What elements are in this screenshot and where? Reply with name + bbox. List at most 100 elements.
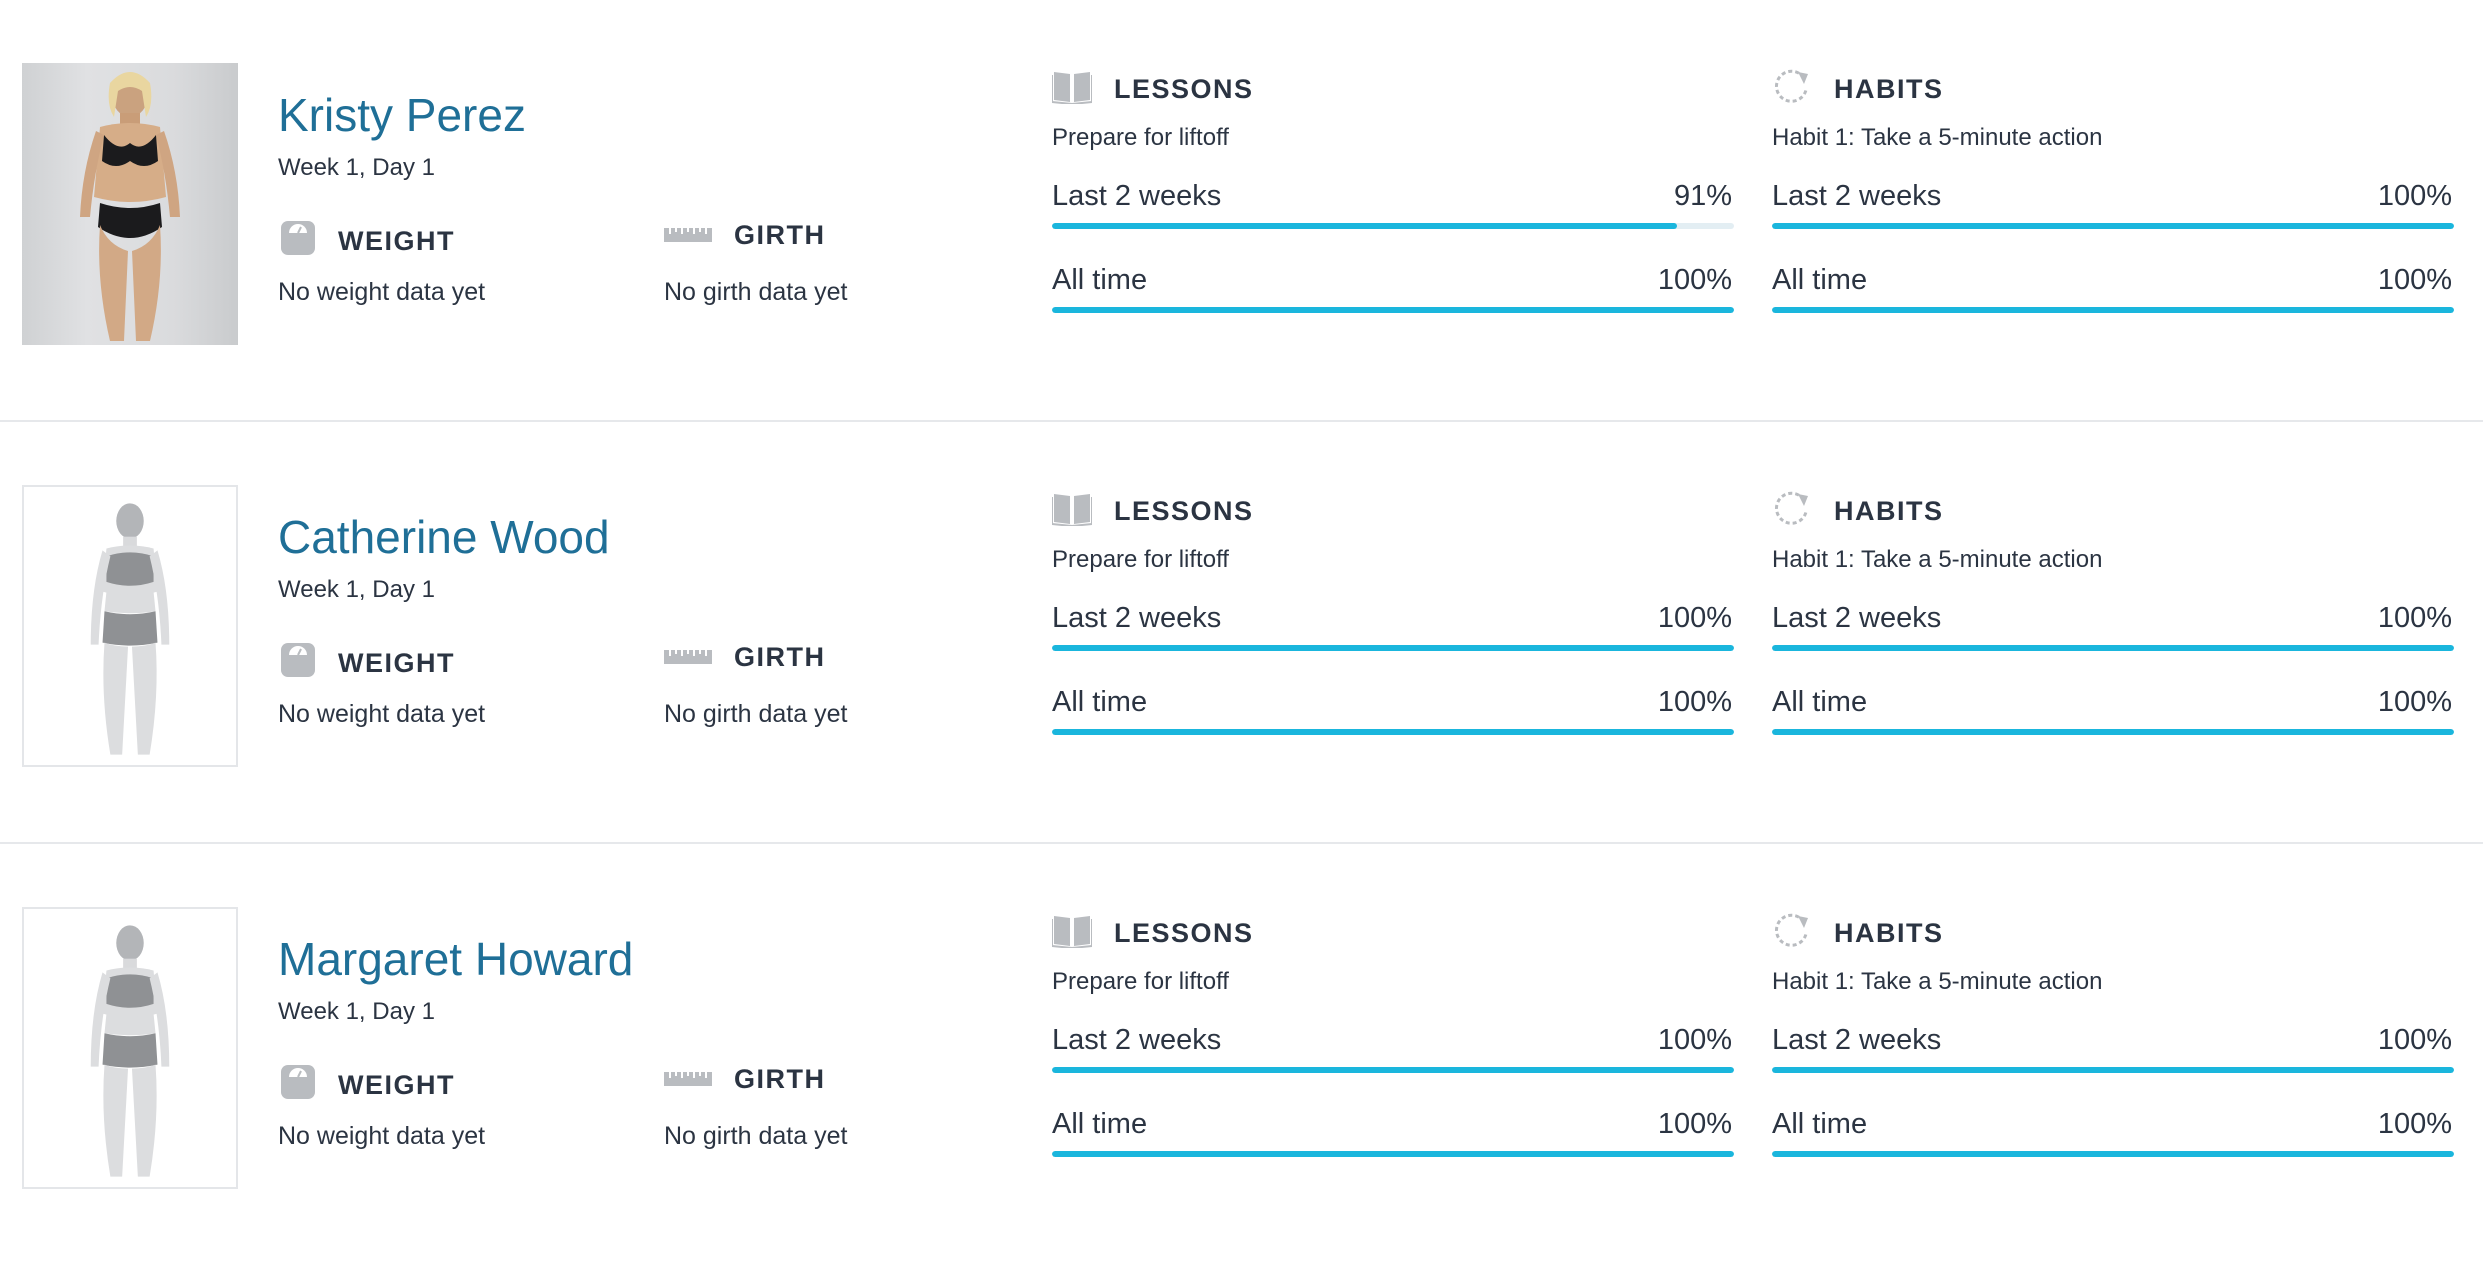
metric-percent: 100%: [2377, 1108, 2452, 1140]
lessons-panel: LESSONS Prepare for liftoff Last 2 weeks…: [1051, 488, 1734, 746]
progress-bar-fill: [1052, 1067, 1734, 1073]
refresh-icon: [1772, 488, 1812, 535]
lessons-heading: LESSONS: [1051, 488, 1734, 534]
progress-bar: [1772, 223, 2454, 229]
metric-label: Last 2 weeks: [1772, 180, 1942, 212]
progress-bar-fill: [1052, 223, 1678, 229]
girth-label: GIRTH: [734, 642, 826, 672]
girth-label: GIRTH: [734, 220, 826, 250]
progress-bar-fill: [1772, 1067, 2454, 1073]
client-row[interactable]: Catherine Wood Week 1, Day 1 WEIGHT No w…: [0, 422, 2483, 844]
lessons-all-time: All time 100%: [1052, 238, 1734, 324]
lessons-label: LESSONS: [1114, 495, 1254, 526]
client-progress-day: Week 1, Day 1: [278, 998, 435, 1025]
metric-label: Last 2 weeks: [1052, 180, 1222, 212]
client-progress-day: Week 1, Day 1: [278, 154, 435, 181]
client-photo-placeholder[interactable]: [22, 485, 238, 767]
metric-percent: 100%: [2377, 686, 2452, 718]
client-photo-figure: [80, 72, 180, 341]
lessons-label: LESSONS: [1114, 917, 1254, 948]
metric-label: Last 2 weeks: [1052, 602, 1222, 634]
client-name-link[interactable]: Kristy Perez: [278, 88, 526, 142]
progress-bar-fill: [1772, 729, 2454, 735]
book-icon: [1051, 912, 1093, 955]
book-icon: [1051, 68, 1093, 111]
weight-label: WEIGHT: [338, 648, 455, 678]
progress-bar-fill: [1772, 307, 2454, 313]
ruler-icon: [664, 642, 712, 673]
scale-icon: [280, 1064, 316, 1107]
current-lesson: Prepare for liftoff: [1052, 124, 1229, 151]
weight-heading: WEIGHT: [280, 220, 455, 263]
progress-bar: [1772, 729, 2454, 735]
metric-label: All time: [1772, 686, 1868, 718]
progress-bar: [1052, 307, 1734, 313]
progress-bar: [1772, 1151, 2454, 1157]
silhouette-icon: [90, 925, 170, 1177]
metric-label: All time: [1772, 1108, 1868, 1140]
girth-value: No girth data yet: [664, 278, 848, 306]
client-name-link[interactable]: Catherine Wood: [278, 510, 610, 564]
habits-heading: HABITS: [1772, 910, 2454, 956]
progress-bar: [1772, 1067, 2454, 1073]
lessons-heading: LESSONS: [1051, 910, 1734, 956]
weight-heading: WEIGHT: [280, 642, 455, 685]
girth-label: GIRTH: [734, 1064, 826, 1094]
lessons-last-2-weeks: Last 2 weeks 91%: [1052, 152, 1734, 238]
client-photo[interactable]: [22, 63, 238, 345]
metric-label: All time: [1052, 1108, 1148, 1140]
girth-heading: GIRTH: [664, 220, 826, 251]
progress-bar: [1772, 307, 2454, 313]
progress-bar-fill: [1772, 223, 2454, 229]
metric-label: Last 2 weeks: [1772, 602, 1942, 634]
lessons-last-2-weeks: Last 2 weeks 100%: [1052, 574, 1734, 660]
progress-bar: [1052, 1067, 1734, 1073]
habits-panel: HABITS Habit 1: Take a 5-minute action L…: [1772, 910, 2454, 1168]
client-photo-placeholder[interactable]: [22, 907, 238, 1189]
progress-bar: [1052, 645, 1734, 651]
current-habit: Habit 1: Take a 5-minute action: [1772, 546, 2103, 573]
progress-bar: [1052, 223, 1734, 229]
current-lesson: Prepare for liftoff: [1052, 968, 1229, 995]
ruler-icon: [664, 220, 712, 251]
progress-bar-fill: [1772, 645, 2454, 651]
habits-label: HABITS: [1834, 495, 1944, 526]
progress-bar-fill: [1772, 1151, 2454, 1157]
lessons-panel: LESSONS Prepare for liftoff Last 2 weeks…: [1051, 910, 1734, 1168]
client-progress-day: Week 1, Day 1: [278, 576, 435, 603]
current-habit: Habit 1: Take a 5-minute action: [1772, 968, 2103, 995]
weight-value: No weight data yet: [278, 1122, 486, 1150]
habits-all-time: All time 100%: [1772, 1082, 2454, 1168]
client-name-link[interactable]: Margaret Howard: [278, 932, 633, 986]
scale-icon: [280, 642, 316, 685]
lessons-panel: LESSONS Prepare for liftoff Last 2 weeks…: [1051, 66, 1734, 324]
client-row[interactable]: Kristy Perez Week 1, Day 1 WEIGHT No wei…: [0, 0, 2483, 422]
progress-bar-fill: [1052, 307, 1734, 313]
weight-label: WEIGHT: [338, 1070, 455, 1100]
habits-panel: HABITS Habit 1: Take a 5-minute action L…: [1772, 488, 2454, 746]
metric-percent: 100%: [1657, 686, 1732, 718]
progress-bar-fill: [1052, 645, 1734, 651]
metric-percent: 91%: [1673, 180, 1732, 212]
scale-icon: [280, 220, 316, 263]
client-row[interactable]: Margaret Howard Week 1, Day 1 WEIGHT No …: [0, 844, 2483, 1266]
girth-value: No girth data yet: [664, 1122, 848, 1150]
progress-bar: [1772, 645, 2454, 651]
current-habit: Habit 1: Take a 5-minute action: [1772, 124, 2103, 151]
ruler-icon: [664, 1064, 712, 1095]
metric-percent: 100%: [1657, 1108, 1732, 1140]
metric-percent: 100%: [1657, 1024, 1732, 1056]
progress-bar-fill: [1052, 729, 1734, 735]
habits-all-time: All time 100%: [1772, 238, 2454, 324]
progress-bar: [1052, 1151, 1734, 1157]
lessons-label: LESSONS: [1114, 73, 1254, 104]
current-lesson: Prepare for liftoff: [1052, 546, 1229, 573]
refresh-icon: [1772, 66, 1812, 113]
metric-label: All time: [1052, 686, 1148, 718]
metric-percent: 100%: [2377, 264, 2452, 296]
habits-label: HABITS: [1834, 73, 1944, 104]
silhouette-icon: [90, 503, 170, 755]
weight-label: WEIGHT: [338, 226, 455, 256]
refresh-icon: [1772, 910, 1812, 957]
girth-heading: GIRTH: [664, 1064, 826, 1095]
